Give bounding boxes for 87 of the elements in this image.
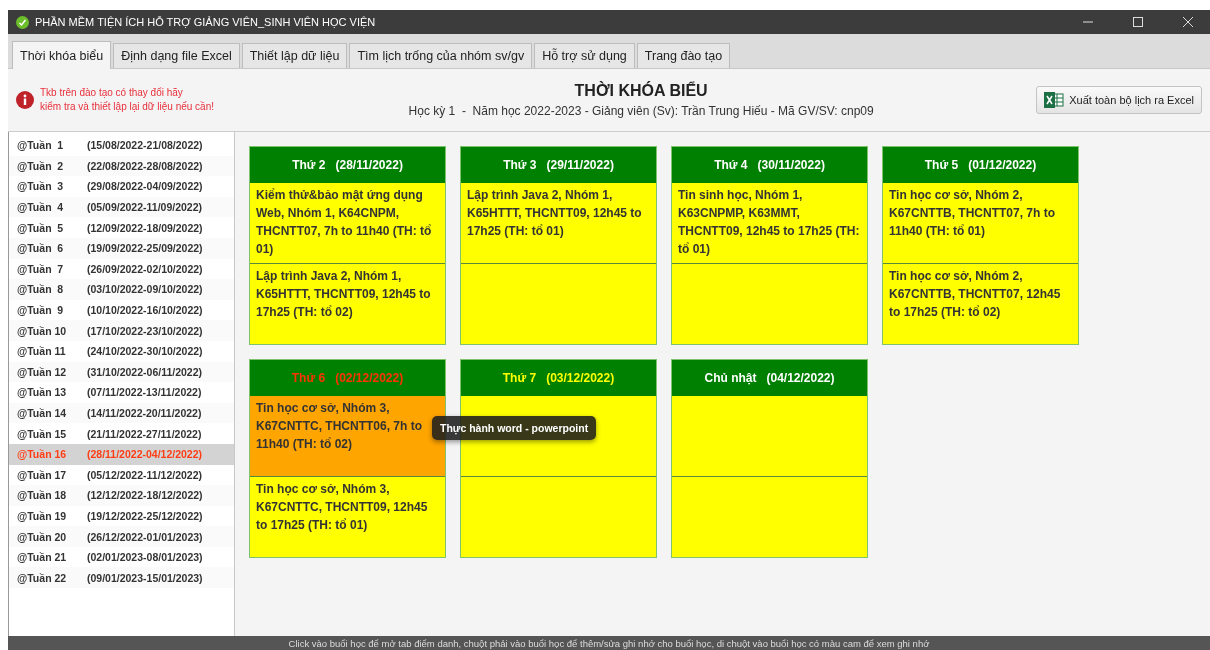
week-range: (26/12/2022-01/01/2023)	[87, 530, 203, 543]
week-range: (29/08/2022-04/09/2022)	[87, 180, 203, 193]
tab[interactable]: Thời khóa biểu	[12, 41, 112, 69]
week-range: (03/10/2022-09/10/2022)	[87, 283, 203, 296]
export-excel-button[interactable]: Xuất toàn bộ lịch ra Excel	[1036, 86, 1202, 114]
excel-icon	[1044, 92, 1065, 108]
week-label: @Tuần 7	[17, 262, 65, 275]
session-text: Kiểm thử&bảo mật ứng dụng Web, Nhóm 1, K64CNPM, THCNTT07, 7h to 11h40 (TH: tổ 01)	[256, 187, 433, 258]
tab[interactable]: Tìm lịch trống của nhóm sv/gv	[349, 43, 533, 68]
tab[interactable]: Thiết lập dữ liệu	[241, 43, 348, 68]
day-title: Thứ 5 (01/12/2022)	[924, 158, 1037, 172]
page-title: THỜI KHÓA BIỂU	[574, 82, 708, 100]
day-title: Thứ 3 (29/11/2022)	[503, 158, 614, 172]
day-title: Chủ nhật (04/12/2022)	[704, 371, 835, 385]
week-label: @Tuần 4	[17, 201, 65, 214]
week-label: @Tuần 18	[17, 489, 68, 502]
note-tooltip: Thực hành word - powerpoint	[432, 416, 597, 440]
week-range: (10/10/2022-16/10/2022)	[87, 304, 203, 317]
session-text: Lập trình Java 2, Nhóm 1, K65HTTT, THCNTT09, 12h45 to 17h25 (TH: tổ 01)	[467, 187, 643, 240]
week-label: @Tuần 13	[17, 386, 68, 399]
week-item[interactable]: @Tuần 2 (22/08/2022-28/08/2022)	[9, 155, 234, 177]
week-item[interactable]: @Tuần 14 (14/11/2022-20/11/2022)	[9, 402, 234, 424]
week-label: @Tuần 9	[17, 304, 65, 317]
week-range: (05/12/2022-11/12/2022)	[87, 468, 202, 481]
tab[interactable]: Hỗ trợ sử dụng	[534, 43, 635, 68]
week-item[interactable]: @Tuần 6 (19/09/2022-25/09/2022)	[9, 237, 234, 259]
week-label: @Tuần 5	[17, 221, 65, 234]
week-label: @Tuần 6	[17, 242, 65, 255]
day-title: Thứ 6 (02/12/2022)	[291, 371, 404, 385]
week-label: @Tuần 10	[17, 324, 68, 337]
day-title: Thứ 2 (28/11/2022)	[292, 158, 403, 172]
week-label: @Tuần 19	[17, 510, 68, 522]
week-range: (14/11/2022-20/11/2022)	[87, 407, 202, 419]
week-range: (12/12/2022-18/12/2022)	[87, 489, 203, 502]
week-range: (28/11/2022-04/12/2022)	[87, 448, 202, 461]
week-label: @Tuần 2	[17, 159, 65, 172]
week-item[interactable]: @Tuần 10 (17/10/2022-23/10/2022)	[9, 320, 234, 341]
week-range: (21/11/2022-27/11/2022)	[87, 427, 202, 440]
week-label: @Tuần 11	[17, 345, 67, 358]
week-item[interactable]: @Tuần 12 (31/10/2022-06/11/2022)	[9, 361, 234, 383]
week-range: (02/01/2023-08/01/2023)	[87, 551, 203, 564]
week-range: (31/10/2022-06/11/2022)	[87, 365, 202, 378]
status-text: Click vào buổi học để mở tab điểm danh, chuột phải vào buổi học để thêm/sửa ghi nhớ cho buổi học, di chuột vào buổi học có màu cam để xem ghi nhớ	[288, 637, 930, 649]
week-range: (07/11/2022-13/11/2022)	[87, 386, 202, 399]
session-text: Tin học cơ sở, Nhóm 3, K67CNTTC, THCNTT09, 12h45 to 17h25 (TH: tổ 01)	[256, 481, 429, 534]
week-label: @Tuần 20	[17, 530, 68, 543]
week-label: @Tuần 16	[17, 448, 68, 461]
day-title: Thứ 4 (30/11/2022)	[714, 158, 825, 172]
app-logo-icon	[16, 15, 29, 29]
week-label: @Tuần 3	[17, 180, 65, 193]
session-text: Tin học cơ sở, Nhóm 3, K67CNTTC, THCNTT06, 7h to 11h40 (TH: tổ 02)	[256, 400, 423, 453]
week-range: (19/12/2022-25/12/2022)	[87, 510, 203, 522]
session-text: Lập trình Java 2, Nhóm 1, K65HTTT, THCNTT09, 12h45 to 17h25 (TH: tổ 02)	[256, 268, 432, 321]
window-title: PHẦN MỀM TIỆN ÍCH HỖ TRỢ GIẢNG VIÊN_SINH VIÊN HỌC VIỆN	[35, 16, 377, 28]
day-title: Thứ 7 (03/12/2022)	[502, 371, 615, 385]
maximize-icon[interactable]	[1133, 17, 1143, 27]
week-range: (22/08/2022-28/08/2022)	[87, 159, 203, 172]
week-range: (09/01/2023-15/01/2023)	[87, 571, 203, 584]
session-text: Tin học cơ sở, Nhóm 2, K67CNTTB, THCNTT07, 7h to 11h40 (TH: tổ 01)	[889, 187, 1056, 240]
warning-text: Tkb trên đào tạo có thay đổi hãy kiểm tra và thiết lập lại dữ liệu nếu cần!	[40, 86, 214, 114]
week-item[interactable]: @Tuần 4 (05/09/2022-11/09/2022)	[9, 196, 234, 218]
week-item[interactable]: @Tuần 18 (12/12/2022-18/12/2022)	[9, 485, 234, 506]
week-item[interactable]: @Tuần 20 (26/12/2022-01/01/2023)	[9, 526, 234, 547]
tab[interactable]: Trang đào tạo	[636, 43, 731, 68]
week-range: (19/09/2022-25/09/2022)	[87, 242, 203, 255]
week-item[interactable]: @Tuần 8 (03/10/2022-09/10/2022)	[9, 279, 234, 300]
week-range: (26/09/2022-02/10/2022)	[87, 262, 203, 275]
week-label: @Tuần 21	[17, 551, 68, 564]
session-text: Tin sinh học, Nhóm 1, K63CNPMP, K63MMT, THCNTT09, 12h45 to 17h25 (TH: tổ 01)	[678, 187, 861, 258]
week-range: (24/10/2022-30/10/2022)	[87, 345, 203, 358]
tab[interactable]: Định dạng file Excel	[113, 43, 240, 68]
week-label: @Tuần 8	[17, 283, 65, 296]
week-range: (15/08/2022-21/08/2022)	[87, 139, 203, 152]
week-range: (12/09/2022-18/09/2022)	[87, 221, 203, 234]
schedule-subtitle: Học kỳ 1 - Năm học 2022-2023 - Giảng viên (Sv): Trần Trung Hiếu - Mã GV/SV: cnp09	[408, 104, 874, 118]
week-label: @Tuần 1	[17, 139, 65, 152]
week-range: (17/10/2022-23/10/2022)	[87, 324, 203, 337]
week-range: (05/09/2022-11/09/2022)	[87, 201, 202, 214]
info-icon	[16, 91, 34, 109]
week-label: @Tuần 22	[17, 571, 68, 584]
week-label: @Tuần 14	[17, 407, 68, 419]
week-label: @Tuần 17	[17, 468, 68, 481]
week-item[interactable]: @Tuần 22 (09/01/2023-15/01/2023)	[9, 567, 234, 589]
session-text: Tin học cơ sở, Nhóm 2, K67CNTTB, THCNTT07, 12h45 to 17h25 (TH: tổ 02)	[889, 268, 1062, 321]
close-icon[interactable]	[1183, 17, 1193, 27]
week-label: @Tuần 12	[17, 365, 68, 378]
week-label: @Tuần 15	[17, 427, 68, 440]
